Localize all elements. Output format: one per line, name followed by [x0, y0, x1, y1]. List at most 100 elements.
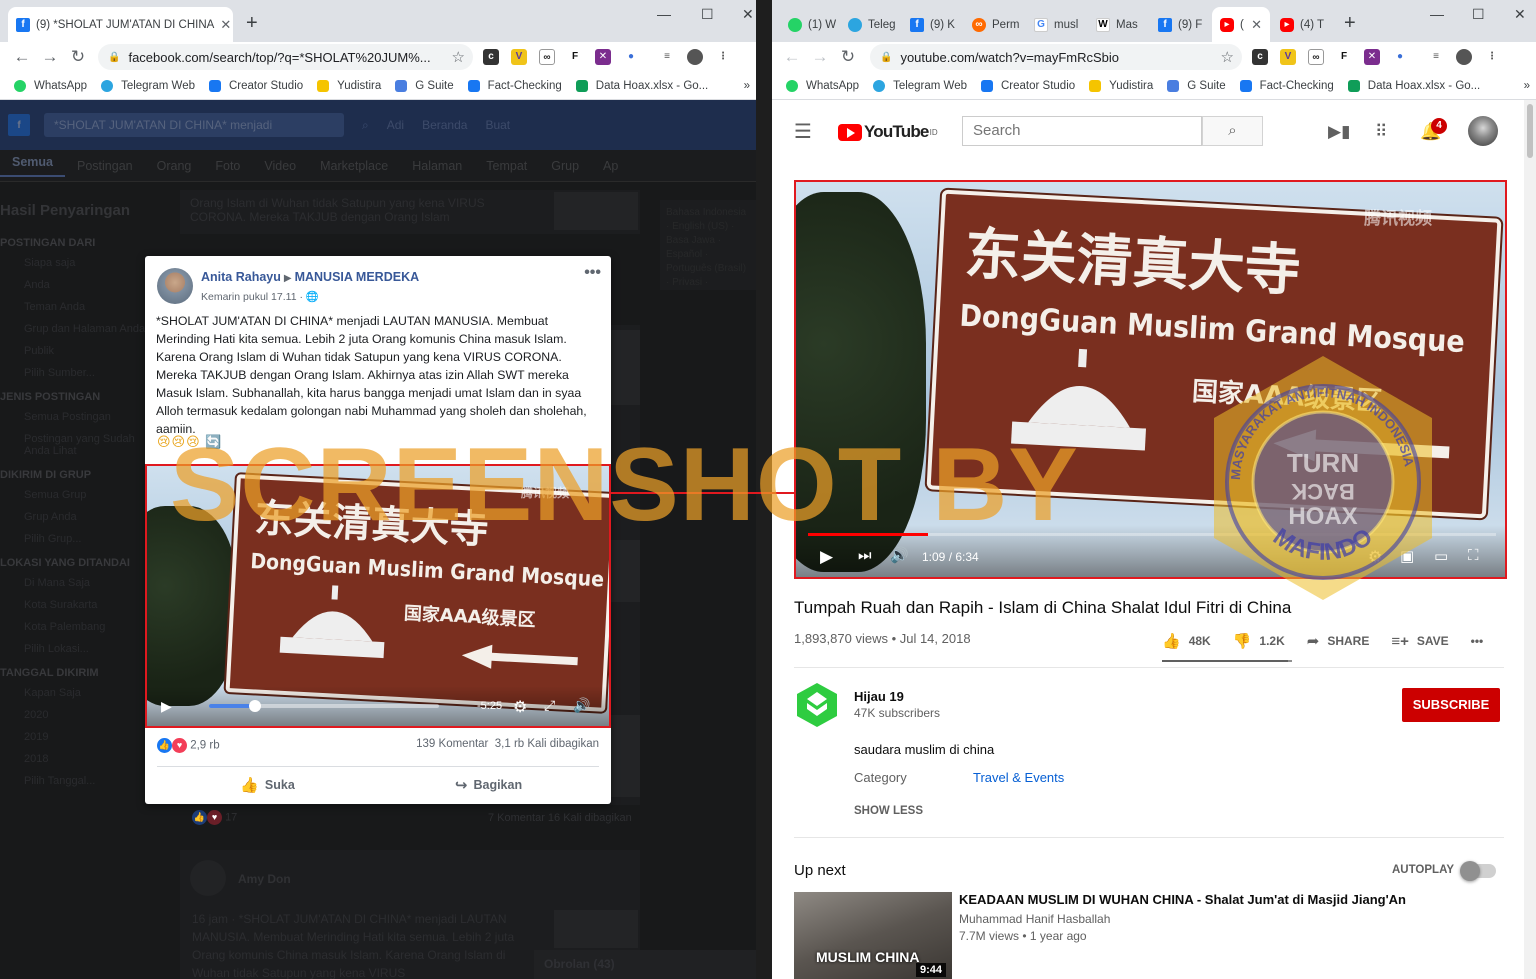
more-bookmarks[interactable]: » — [744, 80, 750, 92]
extension-glasses-icon[interactable]: ∞ — [539, 49, 555, 65]
filter-option[interactable]: Kapan Saja — [24, 687, 160, 699]
forward-icon[interactable]: → — [806, 47, 834, 67]
tab-semua[interactable]: Semua — [0, 155, 65, 177]
tab-permalink[interactable]: ∞ Perm — [964, 7, 1024, 42]
tab-facebook-search[interactable]: f (9) *SHOLAT JUM'ATAN DI CHINA ✕ — [8, 7, 233, 42]
background-author[interactable]: Amy Don — [238, 872, 291, 886]
post-options-icon[interactable]: ••• — [584, 264, 601, 282]
next-video-thumbnail[interactable]: MUSLIM CHINA 9:44 — [794, 892, 952, 979]
facebook-search-input[interactable]: *SHOLAT JUM'ATAN DI CHINA* menjadi — [44, 113, 344, 137]
tab-apps[interactable]: Ap — [591, 159, 630, 173]
maximize-icon[interactable]: ☐ — [1472, 6, 1485, 23]
tab-facebook-2[interactable]: f (9) F — [1150, 7, 1210, 42]
video-scrubber[interactable] — [249, 700, 261, 712]
show-less-button[interactable]: SHOW LESS — [854, 805, 923, 817]
filter-option[interactable]: 2018 — [24, 753, 160, 765]
tab-halaman[interactable]: Halaman — [400, 159, 474, 173]
filter-option[interactable]: Pilih Lokasi... — [24, 643, 160, 655]
topbar-home-link[interactable]: Beranda — [422, 118, 467, 132]
volume-icon[interactable]: 🔊 — [573, 697, 590, 714]
theater-mode-icon[interactable]: ▭ — [1434, 547, 1448, 565]
apps-grid-icon[interactable]: ⠿ — [1375, 122, 1387, 142]
search-icon[interactable]: ⌕ — [362, 118, 369, 133]
extension-icon[interactable]: c — [483, 49, 499, 65]
extension-circle-icon[interactable]: ● — [623, 49, 639, 65]
share-button[interactable]: ➦ SHARE — [1307, 632, 1370, 650]
video-progress-bar[interactable] — [209, 700, 439, 712]
fullscreen-icon[interactable]: ⤢ — [544, 697, 555, 714]
extension-purple-icon[interactable]: ✕ — [595, 49, 611, 65]
bookmark-telegram[interactable]: Telegram Web — [101, 79, 195, 92]
bookmark-data-hoax[interactable]: Data Hoax.xlsx - Go... — [1347, 79, 1480, 92]
filter-option[interactable]: Publik — [24, 345, 160, 357]
filter-option[interactable]: Pilih Tanggal... — [24, 775, 160, 787]
tab-tempat[interactable]: Tempat — [474, 159, 539, 173]
avatar[interactable] — [157, 268, 193, 304]
facebook-logo-icon[interactable]: f — [8, 114, 30, 136]
extension-v-icon[interactable]: V — [511, 49, 527, 65]
filter-option[interactable]: 2019 — [24, 731, 160, 743]
filter-option[interactable]: Kota Palembang — [24, 621, 160, 633]
youtube-search-input[interactable]: Search — [962, 116, 1202, 146]
post-group-link[interactable]: MANUSIA MERDEKA — [295, 270, 420, 284]
new-tab-button[interactable]: + — [246, 12, 258, 35]
tab-facebook-1[interactable]: f (9) K — [902, 7, 962, 42]
maximize-icon[interactable]: ☐ — [701, 6, 714, 23]
tab-postingan[interactable]: Postingan — [65, 159, 145, 173]
more-bookmarks[interactable]: » — [1524, 80, 1530, 92]
share-count[interactable]: 3,1 rb Kali dibagikan — [495, 738, 599, 750]
topbar-create-link[interactable]: Buat — [485, 118, 510, 132]
bookmark-creator-studio[interactable]: Creator Studio — [209, 79, 303, 92]
tab-grup[interactable]: Grup — [539, 159, 591, 173]
bookmark-yudistira[interactable]: Yudistira — [1089, 79, 1153, 92]
search-icon[interactable]: ⌕ — [1202, 116, 1263, 146]
menu-dots-icon[interactable]: ⋮ — [715, 49, 731, 65]
media-queue-icon[interactable]: ≡ — [659, 49, 675, 65]
address-bar[interactable]: 🔒 youtube.com/watch?v=mayFmRcSbio ☆ — [870, 44, 1242, 70]
bookmark-star-icon[interactable]: ☆ — [452, 48, 465, 66]
filter-option[interactable]: Pilih Sumber... — [24, 367, 160, 379]
back-icon[interactable]: ← — [8, 47, 36, 67]
menu-dots-icon[interactable]: ⋮ — [1484, 49, 1500, 65]
hamburger-menu-icon[interactable]: ☰ — [794, 119, 812, 144]
filter-option[interactable]: Semua Postingan — [24, 411, 160, 423]
tab-telegram[interactable]: Teleg — [840, 7, 900, 42]
extension-f-icon[interactable]: F — [567, 49, 583, 65]
reload-icon[interactable]: ↻ — [64, 47, 92, 67]
close-window-icon[interactable]: ✕ — [742, 6, 754, 23]
next-video-channel[interactable]: Muhammad Hanif Hasballah — [959, 912, 1110, 926]
like-button[interactable]: 👍 48K — [1162, 632, 1211, 650]
profile-avatar-icon[interactable] — [687, 49, 703, 65]
bookmark-data-hoax[interactable]: Data Hoax.xlsx - Go... — [575, 79, 708, 92]
bookmark-gsuite[interactable]: G Suite — [395, 79, 454, 92]
filter-option[interactable]: Siapa saja — [24, 257, 160, 269]
filter-option[interactable]: Anda — [24, 279, 160, 291]
reload-icon[interactable]: ↻ — [834, 47, 862, 67]
reaction-count[interactable]: 2,9 rb — [190, 740, 219, 752]
tab-video[interactable]: Video — [252, 159, 308, 173]
close-tab-icon[interactable]: ✕ — [1245, 17, 1262, 33]
topbar-profile-link[interactable]: Adi — [387, 118, 404, 132]
share-button[interactable]: ↪ Bagikan — [378, 767, 599, 802]
tab-youtube-active[interactable]: ▸(✕ — [1212, 7, 1270, 42]
play-icon[interactable]: ▶ — [161, 698, 172, 715]
youtube-logo[interactable]: YouTube ID — [838, 122, 938, 142]
volume-icon[interactable]: 🔊 — [890, 546, 909, 564]
avatar[interactable] — [1468, 116, 1498, 146]
background-thumbnail[interactable] — [554, 192, 638, 230]
dislike-button[interactable]: 👎 1.2K — [1233, 632, 1285, 650]
address-bar[interactable]: 🔒 facebook.com/search/top/?q=*SHOLAT%20J… — [98, 44, 473, 70]
bookmark-star-icon[interactable]: ☆ — [1221, 48, 1234, 66]
bookmark-yudistira[interactable]: Yudistira — [317, 79, 381, 92]
filter-option[interactable]: Semua Grup — [24, 489, 160, 501]
extension-glasses-icon[interactable]: ∞ — [1308, 49, 1324, 65]
tab-foto[interactable]: Foto — [203, 159, 252, 173]
minimize-icon[interactable]: — — [1430, 6, 1444, 22]
minimize-icon[interactable]: — — [657, 6, 671, 22]
avatar[interactable] — [190, 860, 226, 896]
tab-orang[interactable]: Orang — [145, 159, 204, 173]
page-scrollbar[interactable] — [1524, 100, 1536, 979]
tab-youtube-2[interactable]: ▸ (4) T — [1272, 7, 1334, 42]
bookmark-fact-checking[interactable]: Fact-Checking — [467, 79, 562, 92]
extension-f-icon[interactable]: F — [1336, 49, 1352, 65]
